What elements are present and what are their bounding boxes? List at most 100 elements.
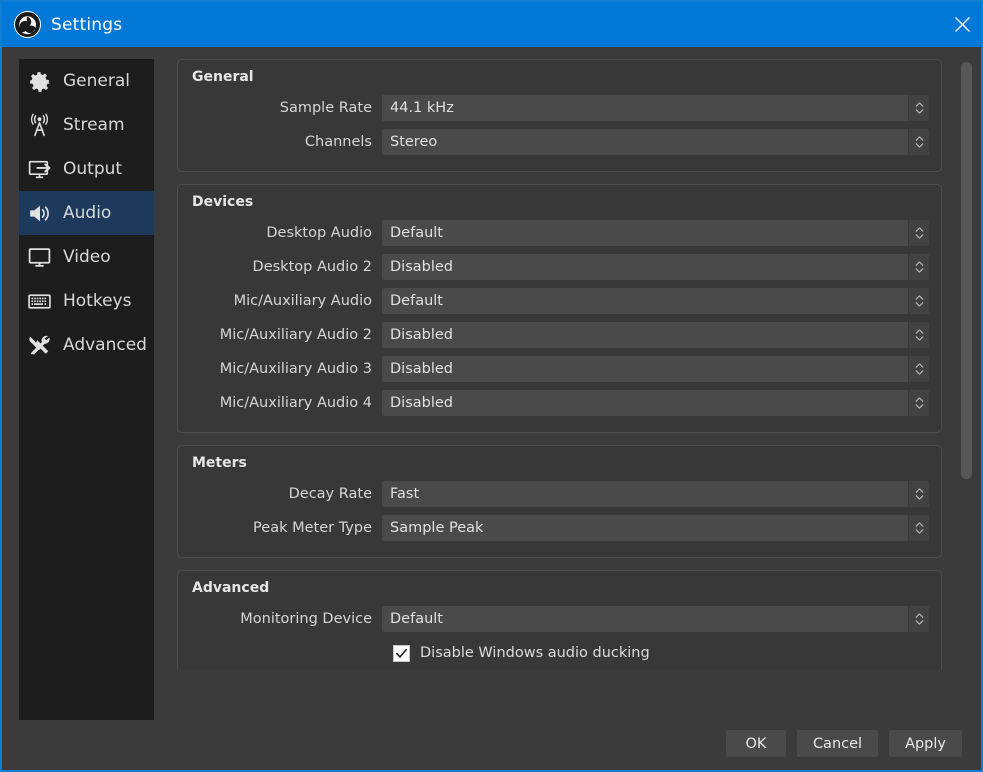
group-general: General Sample Rate 44.1 kHz Channels St… [177,59,942,172]
peak-meter-type-combo[interactable]: Sample Peak [382,515,929,541]
obs-logo-icon [14,11,41,38]
combo-value: Default [390,611,443,627]
group-devices: Devices Desktop Audio Default Desktop Au… [177,184,942,433]
group-title: Devices [192,194,254,210]
setting-row-monitoring-device: Monitoring Device Default [190,602,929,636]
sidebar-item-general[interactable]: General [19,59,154,103]
chevron-updown-icon[interactable] [908,288,929,314]
row-label: Sample Rate [279,100,372,116]
sample-rate-combo[interactable]: 44.1 kHz [382,95,929,121]
sidebar-item-label: Hotkeys [63,290,132,311]
tools-icon [24,330,54,360]
combo-value: Fast [390,486,420,502]
combo-value: Disabled [390,259,453,275]
settings-window: Settings General Stream Output Audio Vid… [0,0,983,772]
group-title: General [192,69,254,85]
sidebar-item-label: Audio [63,202,112,223]
sidebar-item-label: Advanced [63,334,147,355]
combo-value: Disabled [390,327,453,343]
chevron-updown-icon[interactable] [908,95,929,121]
sidebar-item-label: General [63,70,130,91]
setting-row-mic-aux-audio: Mic/Auxiliary Audio Default [190,284,929,318]
setting-row-disable-ducking: Disable Windows audio ducking [190,636,929,670]
sidebar-item-stream[interactable]: Stream [19,103,154,147]
mic-aux-audio-3-combo[interactable]: Disabled [382,356,929,382]
row-label: Monitoring Device [240,611,372,627]
mic-aux-audio-2-combo[interactable]: Disabled [382,322,929,348]
setting-row-peak-meter-type: Peak Meter Type Sample Peak [190,511,929,545]
row-label: Desktop Audio [266,225,372,241]
group-advanced: Advanced Monitoring Device Default Disab… [177,570,942,670]
sidebar-item-label: Video [63,246,111,267]
keyboard-icon [24,286,54,316]
chevron-updown-icon[interactable] [908,390,929,416]
sidebar-item-audio[interactable]: Audio [19,191,154,235]
checkbox-label: Disable Windows audio ducking [420,645,650,661]
vertical-scrollbar-thumb[interactable] [961,62,972,479]
combo-value: Disabled [390,361,453,377]
row-label: Mic/Auxiliary Audio 2 [219,327,372,343]
group-meters: Meters Decay Rate Fast Peak Meter Type S… [177,445,942,558]
combo-value: Sample Peak [390,520,484,536]
row-label: Channels [304,134,372,150]
apply-button[interactable]: Apply [889,730,962,757]
title-bar: Settings [2,2,981,47]
setting-row-mic-aux-audio-2: Mic/Auxiliary Audio 2 Disabled [190,318,929,352]
row-label: Peak Meter Type [253,520,372,536]
monitoring-device-combo[interactable]: Default [382,606,929,632]
group-title: Advanced [192,580,270,596]
setting-row-desktop-audio: Desktop Audio Default [190,216,929,250]
window-title: Settings [51,14,123,35]
row-label: Decay Rate [288,486,372,502]
mic-aux-audio-4-combo[interactable]: Disabled [382,390,929,416]
sidebar-item-label: Stream [63,114,125,135]
sidebar-item-advanced[interactable]: Advanced [19,323,154,367]
cancel-button[interactable]: Cancel [796,730,879,757]
sidebar-item-video[interactable]: Video [19,235,154,279]
setting-row-decay-rate: Decay Rate Fast [190,477,929,511]
chevron-updown-icon[interactable] [908,356,929,382]
combo-value: Default [390,293,443,309]
chevron-updown-icon[interactable] [908,481,929,507]
gear-icon [24,66,54,96]
chevron-updown-icon[interactable] [908,129,929,155]
mic-aux-audio-combo[interactable]: Default [382,288,929,314]
settings-content-area: General Sample Rate 44.1 kHz Channels St… [165,59,965,670]
sidebar-item-hotkeys[interactable]: Hotkeys [19,279,154,323]
row-label: Mic/Auxiliary Audio 3 [219,361,372,377]
decay-rate-combo[interactable]: Fast [382,481,929,507]
setting-row-mic-aux-audio-3: Mic/Auxiliary Audio 3 Disabled [190,352,929,386]
check-icon [396,648,407,658]
chevron-updown-icon[interactable] [908,515,929,541]
combo-value: 44.1 kHz [390,100,454,116]
disable-audio-ducking-checkbox[interactable] [393,644,410,662]
setting-row-desktop-audio-2: Desktop Audio 2 Disabled [190,250,929,284]
desktop-audio-combo[interactable]: Default [382,220,929,246]
ok-button[interactable]: OK [725,730,786,757]
channels-combo[interactable]: Stereo [382,129,929,155]
combo-value: Disabled [390,395,453,411]
settings-sidebar: General Stream Output Audio Video Hotkey… [19,59,154,720]
chevron-updown-icon[interactable] [908,220,929,246]
sidebar-item-label: Output [63,158,123,179]
chevron-updown-icon[interactable] [908,322,929,348]
sidebar-item-output[interactable]: Output [19,147,154,191]
row-label: Mic/Auxiliary Audio 4 [219,395,372,411]
speaker-icon [24,198,54,228]
row-label: Desktop Audio 2 [252,259,372,275]
chevron-updown-icon[interactable] [908,254,929,280]
broadcast-icon [24,110,54,140]
monitor-icon [24,242,54,272]
close-icon[interactable] [939,2,981,47]
combo-value: Default [390,225,443,241]
output-icon [24,154,54,184]
dialog-button-bar: OK Cancel Apply [725,730,962,757]
chevron-updown-icon[interactable] [908,606,929,632]
combo-value: Stereo [390,134,438,150]
desktop-audio-2-combo[interactable]: Disabled [382,254,929,280]
row-label: Mic/Auxiliary Audio [233,293,372,309]
group-title: Meters [192,455,247,471]
setting-row-sample-rate: Sample Rate 44.1 kHz [190,91,929,125]
setting-row-channels: Channels Stereo [190,125,929,159]
setting-row-mic-aux-audio-4: Mic/Auxiliary Audio 4 Disabled [190,386,929,420]
